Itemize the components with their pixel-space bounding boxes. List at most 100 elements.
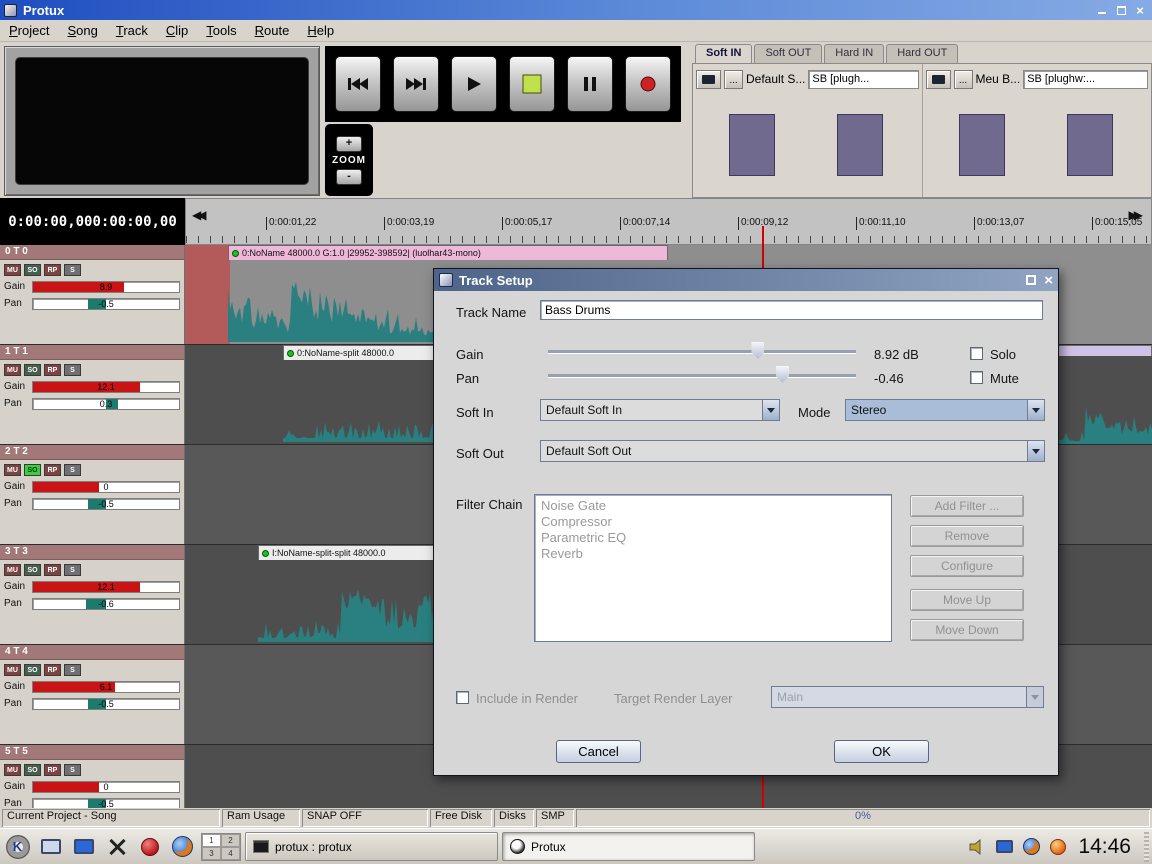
record-button[interactable] — [625, 56, 671, 112]
gain-slider[interactable]: 12.1 — [32, 581, 180, 593]
select-button[interactable]: S — [64, 264, 81, 276]
zoom-out-button[interactable]: - — [336, 169, 362, 185]
pan-slider[interactable]: -0.6 — [32, 598, 180, 610]
k-menu-button[interactable]: K — [3, 832, 32, 861]
chevron-down-icon[interactable] — [1027, 400, 1044, 420]
timeline-ruler[interactable]: ◀◀ ▶▶ 0:00:01,22 0:00:03,19 0:00:05,17 0… — [185, 198, 1152, 245]
gain-slider[interactable]: 0 — [32, 481, 180, 493]
filter-item[interactable]: Parametric EQ — [541, 530, 885, 546]
device-button[interactable] — [696, 70, 721, 89]
network-tray-button[interactable] — [1020, 836, 1042, 858]
mute-button[interactable]: MU — [4, 364, 21, 376]
pager-desktop-2[interactable]: 2 — [221, 834, 240, 847]
mute-button[interactable]: MU — [4, 464, 21, 476]
solo-checkbox[interactable] — [970, 347, 983, 360]
solo-button[interactable]: SO — [24, 264, 41, 276]
show-desktop-button[interactable] — [36, 832, 65, 861]
titlebar[interactable]: Protux × — [0, 0, 1152, 20]
track-name-input[interactable] — [540, 300, 1043, 320]
quit-launcher[interactable] — [135, 832, 164, 861]
menu-route[interactable]: Route — [246, 23, 299, 38]
filter-chain-list[interactable]: Noise Gate Compressor Parametric EQ Reve… — [534, 494, 892, 642]
configure-filter-button[interactable]: Configure — [910, 555, 1024, 577]
pan-slider[interactable] — [548, 366, 856, 384]
select-button[interactable]: S — [64, 564, 81, 576]
target-render-layer-select[interactable]: Main — [771, 686, 1044, 708]
mute-button[interactable]: MU — [4, 564, 21, 576]
repeat-button[interactable]: RP — [44, 564, 61, 576]
mode-select[interactable]: Stereo — [845, 399, 1045, 421]
gain-slider[interactable]: 8.9 — [32, 281, 180, 293]
gain-slider[interactable]: 0 — [32, 781, 180, 793]
select-button[interactable]: S — [64, 464, 81, 476]
status-snap[interactable]: SNAP OFF — [302, 809, 428, 827]
track-title[interactable]: 0 T 0 — [0, 245, 184, 260]
select-button[interactable]: S — [64, 764, 81, 776]
soft-in-select[interactable]: Default Soft In — [540, 399, 780, 421]
gain-slider-thumb[interactable] — [751, 342, 764, 359]
filter-item[interactable]: Noise Gate — [541, 498, 885, 514]
browser-launcher[interactable] — [168, 832, 197, 861]
tab-hard-in[interactable]: Hard IN — [824, 44, 884, 63]
soft-out-select[interactable]: Default Soft Out — [540, 440, 1045, 462]
zoom-in-button[interactable]: + — [336, 136, 362, 152]
pan-slider-thumb[interactable] — [776, 366, 789, 383]
tab-hard-out[interactable]: Hard OUT — [886, 44, 958, 63]
filter-item[interactable]: Compressor — [541, 514, 885, 530]
pager-desktop-3[interactable]: 3 — [202, 847, 221, 860]
track-title[interactable]: 3 T 3 — [0, 545, 184, 560]
track-title[interactable]: 5 T 5 — [0, 745, 184, 760]
pan-slider[interactable]: -0.5 — [32, 298, 180, 310]
mute-button[interactable]: MU — [4, 764, 21, 776]
dialog-titlebar[interactable]: Track Setup × — [434, 269, 1058, 291]
repeat-button[interactable]: RP — [44, 764, 61, 776]
pan-slider[interactable]: -0.5 — [32, 498, 180, 510]
track-title[interactable]: 1 T 1 — [0, 345, 184, 360]
track-title[interactable]: 2 T 2 — [0, 445, 184, 460]
gain-slider[interactable]: 12.1 — [32, 381, 180, 393]
solo-button[interactable]: SO — [24, 364, 41, 376]
select-button[interactable]: S — [64, 364, 81, 376]
add-filter-button[interactable]: Add Filter ... — [910, 495, 1024, 517]
repeat-button[interactable]: RP — [44, 364, 61, 376]
browse-button[interactable]: ... — [954, 70, 973, 89]
move-down-button[interactable]: Move Down — [910, 619, 1024, 641]
mute-button[interactable]: MU — [4, 264, 21, 276]
include-in-render-checkbox[interactable] — [456, 691, 469, 704]
tab-soft-out[interactable]: Soft OUT — [754, 44, 822, 63]
fast-forward-button[interactable] — [393, 56, 439, 112]
track-title[interactable]: 4 T 4 — [0, 645, 184, 660]
repeat-button[interactable]: RP — [44, 264, 61, 276]
solo-button[interactable]: SO — [24, 564, 41, 576]
mute-checkbox[interactable] — [970, 371, 983, 384]
tools-launcher[interactable] — [102, 832, 131, 861]
gain-slider[interactable] — [548, 342, 856, 360]
pan-slider[interactable]: 0.3 — [32, 398, 180, 410]
display-tray-button[interactable] — [993, 836, 1015, 858]
menu-track[interactable]: Track — [107, 23, 157, 38]
close-button[interactable]: × — [1132, 3, 1148, 18]
repeat-button[interactable]: RP — [44, 464, 61, 476]
ok-button[interactable]: OK — [834, 740, 929, 763]
mute-button[interactable]: MU — [4, 664, 21, 676]
cancel-button[interactable]: Cancel — [556, 740, 641, 763]
solo-button[interactable]: SO — [24, 464, 41, 476]
terminal-launcher[interactable] — [69, 832, 98, 861]
move-up-button[interactable]: Move Up — [910, 589, 1024, 611]
maximize-button[interactable] — [1113, 3, 1129, 18]
repeat-button[interactable]: RP — [44, 664, 61, 676]
chevron-down-icon[interactable] — [1027, 441, 1044, 461]
task-button-protux[interactable]: Protux — [502, 832, 755, 861]
dialog-maximize-icon[interactable] — [1026, 275, 1036, 285]
reminder-tray-button[interactable] — [1047, 836, 1069, 858]
solo-button[interactable]: SO — [24, 664, 41, 676]
volume-tray-button[interactable] — [966, 836, 988, 858]
task-button-terminal[interactable]: protux : protux — [245, 832, 498, 861]
gain-slider[interactable]: 6.1 — [32, 681, 180, 693]
scroll-left-icon[interactable]: ◀◀ — [192, 208, 202, 222]
panel-handle[interactable] — [1144, 832, 1149, 862]
stop-button[interactable] — [509, 56, 555, 112]
skip-to-start-button[interactable] — [335, 56, 381, 112]
device-select[interactable]: SB [plughw:... — [1023, 70, 1148, 89]
menu-help[interactable]: Help — [298, 23, 343, 38]
